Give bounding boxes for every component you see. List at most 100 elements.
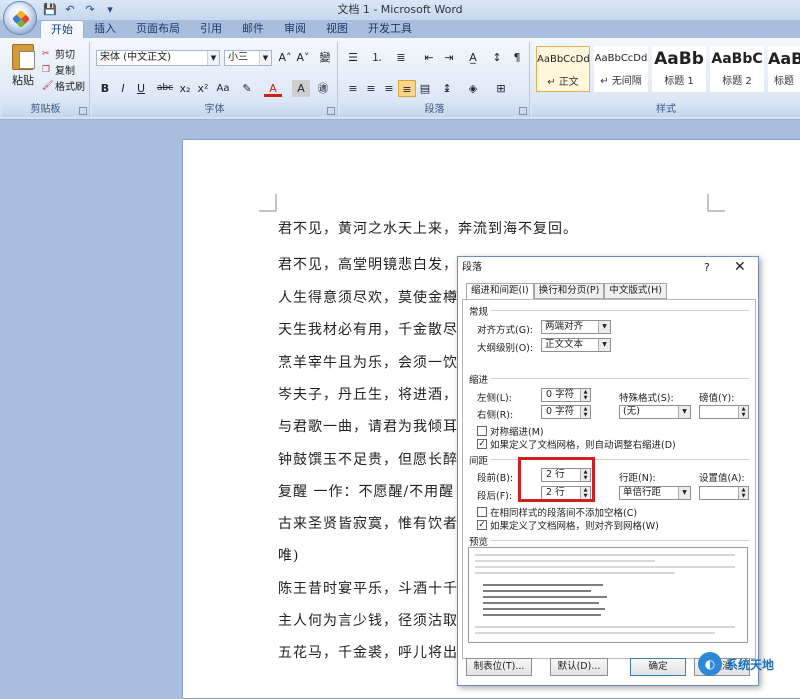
strikethrough-button[interactable]: abc <box>156 80 174 97</box>
multilevel-list-icon[interactable]: ≣ <box>392 49 410 66</box>
font-size-combo[interactable]: 小三 ▼ <box>224 50 272 66</box>
shading-icon[interactable]: ◈ <box>464 80 482 97</box>
borders-icon[interactable]: ⊞ <box>492 80 510 97</box>
ok-button[interactable]: 确定 <box>630 658 686 676</box>
outline-level-select[interactable]: 正文文本 ▼ <box>541 338 611 352</box>
align-left-icon[interactable]: ≡ <box>344 80 362 97</box>
style-title[interactable]: AaBb 标题 <box>768 46 800 92</box>
bullets-icon[interactable]: ☰ <box>344 49 362 66</box>
chevron-down-icon[interactable]: ▼ <box>678 487 690 499</box>
office-button[interactable] <box>3 1 37 35</box>
document-line[interactable]: 天生我材必有用，千金散尽 <box>278 319 458 339</box>
increase-indent-icon[interactable]: ⇥ <box>440 49 458 66</box>
checkbox-box[interactable] <box>477 426 487 436</box>
subscript-button[interactable]: x₂ <box>176 80 194 97</box>
font-launcher-icon[interactable] <box>327 107 335 115</box>
spinner-arrows-icon[interactable]: ▲ ▼ <box>738 406 748 418</box>
tab-references[interactable]: 引用 <box>190 20 232 38</box>
document-line[interactable]: 与君歌一曲，请君为我倾耳 <box>278 416 458 436</box>
spacing-at-spinner[interactable]: ▲ ▼ <box>699 486 749 500</box>
sort-icon[interactable]: ↕ <box>488 49 506 66</box>
chevron-down-icon[interactable]: ▼ <box>598 339 610 351</box>
save-icon[interactable]: 💾 <box>42 3 58 17</box>
change-case-button[interactable]: Aa <box>214 80 232 97</box>
help-icon[interactable]: ? <box>704 261 710 274</box>
indent-by-spinner[interactable]: ▲ ▼ <box>699 405 749 419</box>
document-line[interactable]: 烹羊宰牛且为乐，会须一饮 <box>278 352 458 372</box>
decrease-indent-icon[interactable]: ⇤ <box>420 49 438 66</box>
right-indent-spinner[interactable]: 0 字符 ▲ ▼ <box>541 405 591 419</box>
enclose-characters-icon[interactable]: ㊜ <box>314 80 332 97</box>
tab-review[interactable]: 审阅 <box>274 20 316 38</box>
line-spacing-select[interactable]: 单倍行距 ▼ <box>619 486 691 500</box>
paragraph-launcher-icon[interactable] <box>519 107 527 115</box>
underline-button[interactable]: U <box>132 80 150 97</box>
grow-font-icon[interactable]: A˄ <box>276 49 294 66</box>
tab-page-layout[interactable]: 页面布局 <box>126 20 190 38</box>
tab-home[interactable]: 开始 <box>40 20 84 38</box>
chevron-down-icon[interactable]: ▼ <box>598 321 610 333</box>
tab-developer[interactable]: 开发工具 <box>358 20 422 38</box>
document-line[interactable]: 人生得意须尽欢，莫使金樽 <box>278 287 458 307</box>
set-default-button[interactable]: 默认(D)... <box>550 658 608 676</box>
italic-button[interactable]: I <box>114 80 132 97</box>
shrink-font-icon[interactable]: A˅ <box>294 49 312 66</box>
line-spacing-icon[interactable]: ↨ <box>438 80 456 97</box>
cut-button[interactable]: ✂ 剪切 <box>42 46 75 62</box>
font-name-combo[interactable]: 宋体 (中文正文) ▼ <box>96 50 220 66</box>
check-icon[interactable]: ✓ <box>477 520 487 530</box>
chinese-layout-icon[interactable]: A̲ <box>464 49 482 66</box>
align-center-icon[interactable]: ≡ <box>362 80 380 97</box>
no-space-same-style-checkbox[interactable]: 在相同样式的段落间不添加空格(C) <box>477 505 637 519</box>
auto-adjust-indent-checkbox[interactable]: ✓ 如果定义了文档网格，则自动调整右缩进(D) <box>477 437 676 451</box>
format-painter-button[interactable]: 🖌 格式刷 <box>42 78 85 94</box>
paste-button[interactable]: 粘贴 <box>8 44 38 88</box>
tab-line-page-breaks[interactable]: 换行和分页(P) <box>533 283 605 299</box>
document-line[interactable]: 古来圣贤皆寂寞，惟有饮者 <box>278 513 458 533</box>
checkbox-box[interactable] <box>477 507 487 517</box>
alignment-select[interactable]: 两端对齐 ▼ <box>541 320 611 334</box>
snap-to-grid-checkbox[interactable]: ✓ 如果定义了文档网格，则对齐到网格(W) <box>477 518 659 532</box>
tab-asian-typography[interactable]: 中文版式(H) <box>604 283 667 299</box>
spinner-arrows-icon[interactable]: ▲ ▼ <box>580 389 590 401</box>
document-line[interactable]: 复醒 一作：不愿醒/不用醒 <box>278 481 454 501</box>
document-line[interactable]: 陈王昔时宴平乐，斗酒十千 <box>278 578 458 598</box>
chevron-down-icon[interactable]: ▼ <box>678 406 690 418</box>
tab-mailings[interactable]: 邮件 <box>232 20 274 38</box>
phonetic-guide-icon[interactable]: 變 <box>316 49 334 66</box>
style-normal[interactable]: AaBbCcDd ↵ 正文 <box>536 46 590 92</box>
tabs-button[interactable]: 制表位(T)... <box>466 658 532 676</box>
highlight-color-icon[interactable]: ✎ <box>238 80 256 97</box>
clipboard-launcher-icon[interactable] <box>79 107 87 115</box>
font-color-button[interactable]: A <box>264 80 282 97</box>
style-heading-1[interactable]: AaBb 标题 1 <box>652 46 706 92</box>
document-line[interactable]: 君不见，黄河之水天上来，奔流到海不复回。 <box>278 218 578 238</box>
document-line[interactable]: 君不见，高堂明镜悲白发， <box>278 254 458 274</box>
chevron-down-icon[interactable]: ▼ <box>207 51 219 65</box>
tab-view[interactable]: 视图 <box>316 20 358 38</box>
show-marks-icon[interactable]: ¶ <box>508 49 526 66</box>
qat-customize-icon[interactable]: ▾ <box>102 3 118 17</box>
undo-icon[interactable]: ↶ <box>62 3 78 17</box>
tab-indents-spacing[interactable]: 缩进和间距(I) <box>466 283 534 300</box>
document-line[interactable]: 唯) <box>278 545 299 565</box>
superscript-button[interactable]: x² <box>194 80 212 97</box>
special-indent-select[interactable]: (无) ▼ <box>619 405 691 419</box>
chevron-down-icon[interactable]: ▼ <box>259 51 271 65</box>
tab-insert[interactable]: 插入 <box>84 20 126 38</box>
style-no-spacing[interactable]: AaBbCcDd ↵ 无间隔 <box>594 46 648 92</box>
style-heading-2[interactable]: AaBbC 标题 2 <box>710 46 764 92</box>
numbering-icon[interactable]: ⒈ <box>368 49 386 66</box>
justify-icon[interactable]: ≡ <box>398 80 416 97</box>
character-shading-button[interactable]: A <box>292 80 310 97</box>
close-icon[interactable]: ✕ <box>734 259 746 275</box>
bold-button[interactable]: B <box>96 80 114 97</box>
check-icon[interactable]: ✓ <box>477 439 487 449</box>
spinner-arrows-icon[interactable]: ▲ ▼ <box>580 406 590 418</box>
document-line[interactable]: 钟鼓馔玉不足贵，但愿长醉 <box>278 449 458 469</box>
align-right-icon[interactable]: ≡ <box>380 80 398 97</box>
mirror-indents-checkbox[interactable]: 对称缩进(M) <box>477 424 544 438</box>
document-line[interactable]: 五花马，千金裘，呼儿将出 <box>278 642 458 662</box>
copy-button[interactable]: ❐ 复制 <box>42 62 75 78</box>
document-line[interactable]: 岑夫子，丹丘生，将进酒， <box>278 384 458 404</box>
